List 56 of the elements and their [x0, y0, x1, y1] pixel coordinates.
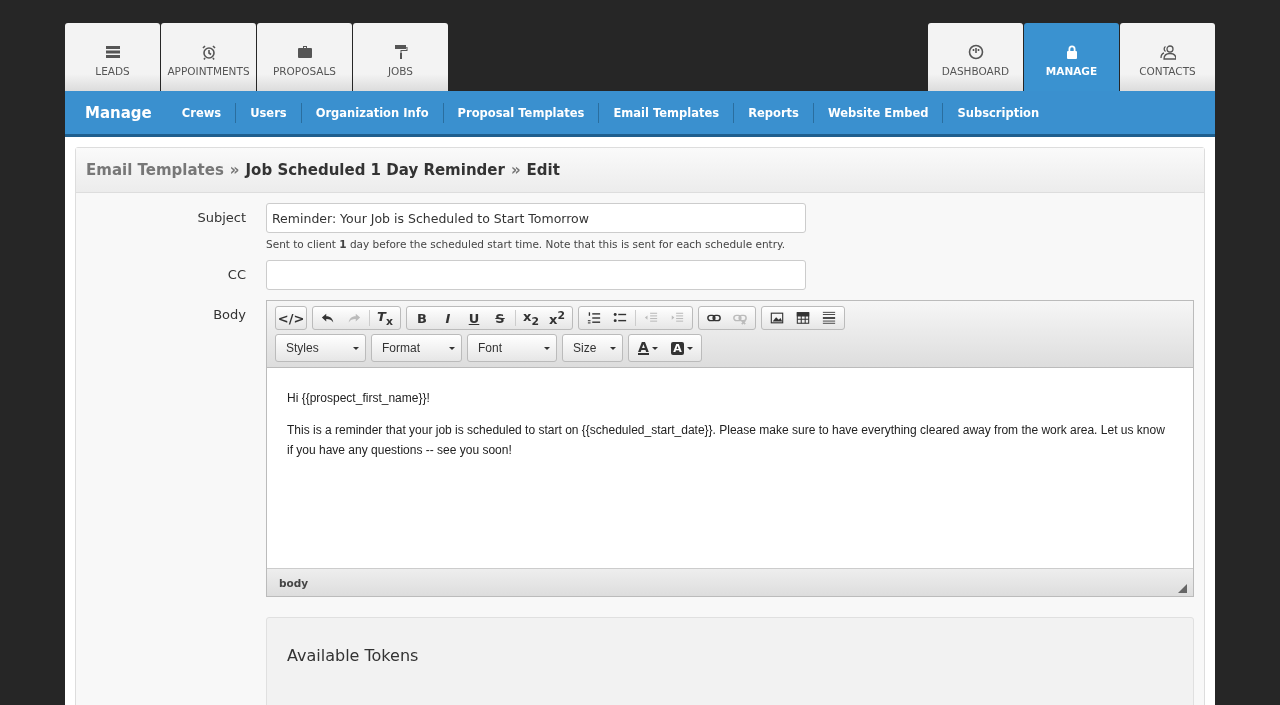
- nav-tab[interactable]: APPOINTMENTS: [161, 23, 256, 91]
- toolbar-button[interactable]: T$_{x}$: [372, 307, 398, 329]
- indent-icon: [670, 311, 684, 325]
- dropdown[interactable]: Styles: [275, 334, 366, 362]
- cc-field[interactable]: [266, 260, 806, 290]
- field-label: CC: [226, 266, 247, 284]
- help-text: Sent to client 1 day before the scheduled start time. Note that this is sent for each schedule entry.: [266, 238, 787, 250]
- field-label: Subject: [196, 209, 247, 227]
- hr-icon: [822, 311, 836, 325]
- dropdown[interactable]: Font: [467, 334, 557, 362]
- nav-tab[interactable]: DASHBOARD: [928, 23, 1023, 91]
- tokens-title: Available Tokens: [287, 646, 420, 665]
- nav-tab[interactable]: CONTACTS: [1120, 23, 1215, 91]
- color-button[interactable]: A: [665, 337, 699, 359]
- body-paragraph: Hi {{prospect_first_name}}!: [287, 390, 431, 407]
- toolbar-button[interactable]: x$_{2}$: [518, 307, 544, 329]
- image-icon: [770, 311, 784, 325]
- section-title: Manage: [85, 103, 152, 122]
- color-button[interactable]: A: [631, 337, 665, 359]
- field-label: Body: [212, 306, 247, 324]
- dropdown[interactable]: Format: [371, 334, 462, 362]
- toolbar-button[interactable]: B: [409, 307, 435, 329]
- nav-tab[interactable]: PROPOSALS: [257, 23, 352, 91]
- breadcrumb-separator: »: [510, 161, 521, 179]
- toolbar-button[interactable]: </>: [278, 307, 304, 329]
- caret-icon: [449, 346, 455, 350]
- toolbar-button[interactable]: S: [487, 307, 513, 329]
- caret-icon: [610, 346, 616, 350]
- breadcrumb-separator: »: [229, 161, 240, 179]
- breadcrumb-item: Edit: [526, 161, 560, 179]
- outdent-icon: [644, 311, 658, 325]
- people-icon: [1159, 43, 1176, 60]
- list-icon: [104, 43, 121, 60]
- ul-icon: [613, 311, 627, 325]
- gauge-icon: [967, 43, 984, 60]
- toolbar-button[interactable]: U: [461, 307, 487, 329]
- alarm-icon: [200, 43, 217, 60]
- roller-icon: [392, 43, 409, 60]
- dropdown[interactable]: Size: [562, 334, 623, 362]
- toolbar-button[interactable]: x$^{2}$: [544, 307, 570, 329]
- body-paragraph: This is a reminder that your job is scheduled to start on {{scheduled_start_date}}. Please make sure to have everything cleared away from the work area. Let us know if you have any questions -- see you soon!: [287, 422, 1166, 459]
- breadcrumb-link[interactable]: Email Templates: [86, 161, 224, 179]
- caret-icon: [544, 346, 550, 350]
- subject-field[interactable]: Reminder: Your Job is Scheduled to Start Tomorrow: [266, 203, 806, 233]
- nav-tab[interactable]: LEADS: [65, 23, 160, 91]
- toolbar-button[interactable]: I: [435, 307, 461, 329]
- table-icon: [796, 311, 810, 325]
- breadcrumb-item: Job Scheduled 1 Day Reminder: [245, 161, 505, 179]
- briefcase-icon: [296, 43, 313, 60]
- caret-icon: [651, 346, 658, 350]
- nav-tab[interactable]: JOBS: [353, 23, 448, 91]
- caret-icon: [686, 346, 693, 350]
- caret-icon: [353, 346, 359, 350]
- resize-handle-icon[interactable]: [1178, 584, 1187, 593]
- element-path: body: [279, 576, 309, 589]
- ol-icon: [587, 311, 601, 325]
